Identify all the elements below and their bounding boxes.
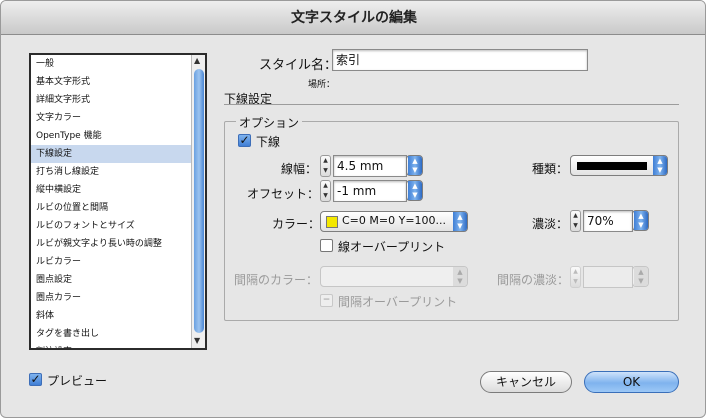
- type-label: 種類：: [532, 162, 569, 176]
- gap-tint-stepper[interactable]: ▲ ▼: [570, 266, 581, 288]
- sidebar-item[interactable]: ルビの位置と間隔: [31, 199, 205, 217]
- gap-color-label: 間隔のカラー：: [234, 273, 319, 287]
- dropdown-arrows-icon: ▲ ▼: [634, 211, 648, 230]
- gap-tint-label: 間隔の濃淡：: [497, 273, 570, 287]
- preview-checkbox[interactable]: ✓: [29, 373, 42, 386]
- underline-checkbox[interactable]: ✓: [238, 134, 251, 147]
- gap-tint-input[interactable]: [583, 266, 633, 288]
- section-divider: [224, 104, 679, 105]
- dropdown-arrows-icon: ▲ ▼: [634, 267, 648, 286]
- color-dropdown[interactable]: C=0 M=0 Y=100... ▲ ▼: [320, 211, 468, 232]
- ok-button[interactable]: OK: [584, 371, 679, 393]
- scrollbar-thumb[interactable]: [194, 69, 204, 333]
- dialog-title: 文字スタイルの編集: [1, 1, 705, 35]
- underline-label: 下線: [256, 135, 281, 149]
- location-label: 場所：: [308, 80, 336, 90]
- dropdown-arrows-icon: ▲ ▼: [408, 181, 422, 200]
- gap-color-dropdown[interactable]: ▲ ▼: [320, 266, 468, 287]
- sidebar-item[interactable]: 圏点設定: [31, 271, 205, 289]
- tint-dropdown[interactable]: ▲ ▼: [632, 210, 649, 231]
- sidebar-item[interactable]: 打ち消し線設定: [31, 163, 205, 181]
- dropdown-arrows-icon: ▲ ▼: [408, 156, 422, 175]
- style-name-label: スタイル名：: [259, 58, 338, 73]
- overprint-checkbox[interactable]: [320, 239, 333, 252]
- offset-input[interactable]: -1 mm: [333, 180, 407, 202]
- gap-overprint-checkbox[interactable]: −: [320, 294, 333, 307]
- list-scrollbar[interactable]: ▲ ▼: [191, 55, 205, 348]
- offset-stepper[interactable]: ▲ ▼: [320, 180, 331, 202]
- dropdown-arrows-icon: ▲ ▼: [453, 267, 467, 286]
- sidebar-item[interactable]: 一般: [31, 55, 205, 73]
- sidebar-item[interactable]: OpenType 機能: [31, 127, 205, 145]
- sidebar-item[interactable]: ルビが親文字より長い時の調整: [31, 235, 205, 253]
- sidebar-item[interactable]: 圏点カラー: [31, 289, 205, 307]
- color-label: カラー：: [272, 217, 321, 231]
- color-value: C=0 M=0 Y=100...: [342, 214, 447, 227]
- solid-line-swatch: [577, 162, 647, 170]
- sidebar-item[interactable]: ルビのフォントとサイズ: [31, 217, 205, 235]
- offset-label: オフセット：: [247, 187, 320, 201]
- preview-label: プレビュー: [47, 374, 108, 388]
- gap-tint-dropdown[interactable]: ▲ ▼: [632, 266, 649, 287]
- tint-stepper[interactable]: ▲ ▼: [570, 210, 581, 232]
- tint-label: 濃淡：: [532, 217, 569, 231]
- overprint-label: 線オーバープリント: [338, 240, 446, 254]
- tint-input[interactable]: 70%: [583, 210, 633, 232]
- sidebar-item[interactable]: タグを書き出し: [31, 325, 205, 343]
- sidebar-item[interactable]: 詳細文字形式: [31, 91, 205, 109]
- category-list-items: 一般 基本文字形式 詳細文字形式 文字カラー OpenType 機能 下線設定 打ち消し線設…: [31, 55, 205, 348]
- cancel-button[interactable]: キャンセル: [480, 371, 572, 393]
- color-swatch: [326, 216, 338, 228]
- sidebar-item[interactable]: 斜体: [31, 307, 205, 325]
- sidebar-item[interactable]: 文字カラー: [31, 109, 205, 127]
- category-list[interactable]: 一般 基本文字形式 詳細文字形式 文字カラー OpenType 機能 下線設定 打ち消し線設…: [29, 53, 207, 350]
- dropdown-arrows-icon: ▲ ▼: [453, 212, 467, 231]
- options-group-title: オプション: [236, 114, 303, 131]
- offset-dropdown[interactable]: ▲ ▼: [406, 180, 423, 201]
- scroll-down-arrow-icon[interactable]: ▼: [194, 336, 200, 345]
- sidebar-item[interactable]: 縦中横設定: [31, 181, 205, 199]
- dropdown-arrows-icon: ▲ ▼: [653, 156, 667, 175]
- weight-dropdown[interactable]: ▲ ▼: [406, 155, 423, 176]
- line-type-dropdown[interactable]: ▲ ▼: [570, 155, 668, 176]
- style-name-input[interactable]: 索引: [332, 49, 588, 71]
- gap-overprint-label: 間隔オーバープリント: [338, 295, 458, 309]
- weight-label: 線幅：: [281, 162, 318, 176]
- sidebar-item[interactable]: 下線設定: [31, 145, 205, 163]
- weight-input[interactable]: 4.5 mm: [333, 155, 407, 177]
- sidebar-item[interactable]: 基本文字形式: [31, 73, 205, 91]
- sidebar-item[interactable]: ルビカラー: [31, 253, 205, 271]
- weight-stepper[interactable]: ▲ ▼: [320, 155, 331, 177]
- sidebar-item[interactable]: 割注設定: [31, 343, 205, 348]
- scroll-up-arrow-icon[interactable]: ▲: [194, 56, 200, 65]
- edit-character-style-dialog: 文字スタイルの編集 一般 基本文字形式 詳細文字形式 文字カラー OpenType 機能…: [0, 0, 706, 418]
